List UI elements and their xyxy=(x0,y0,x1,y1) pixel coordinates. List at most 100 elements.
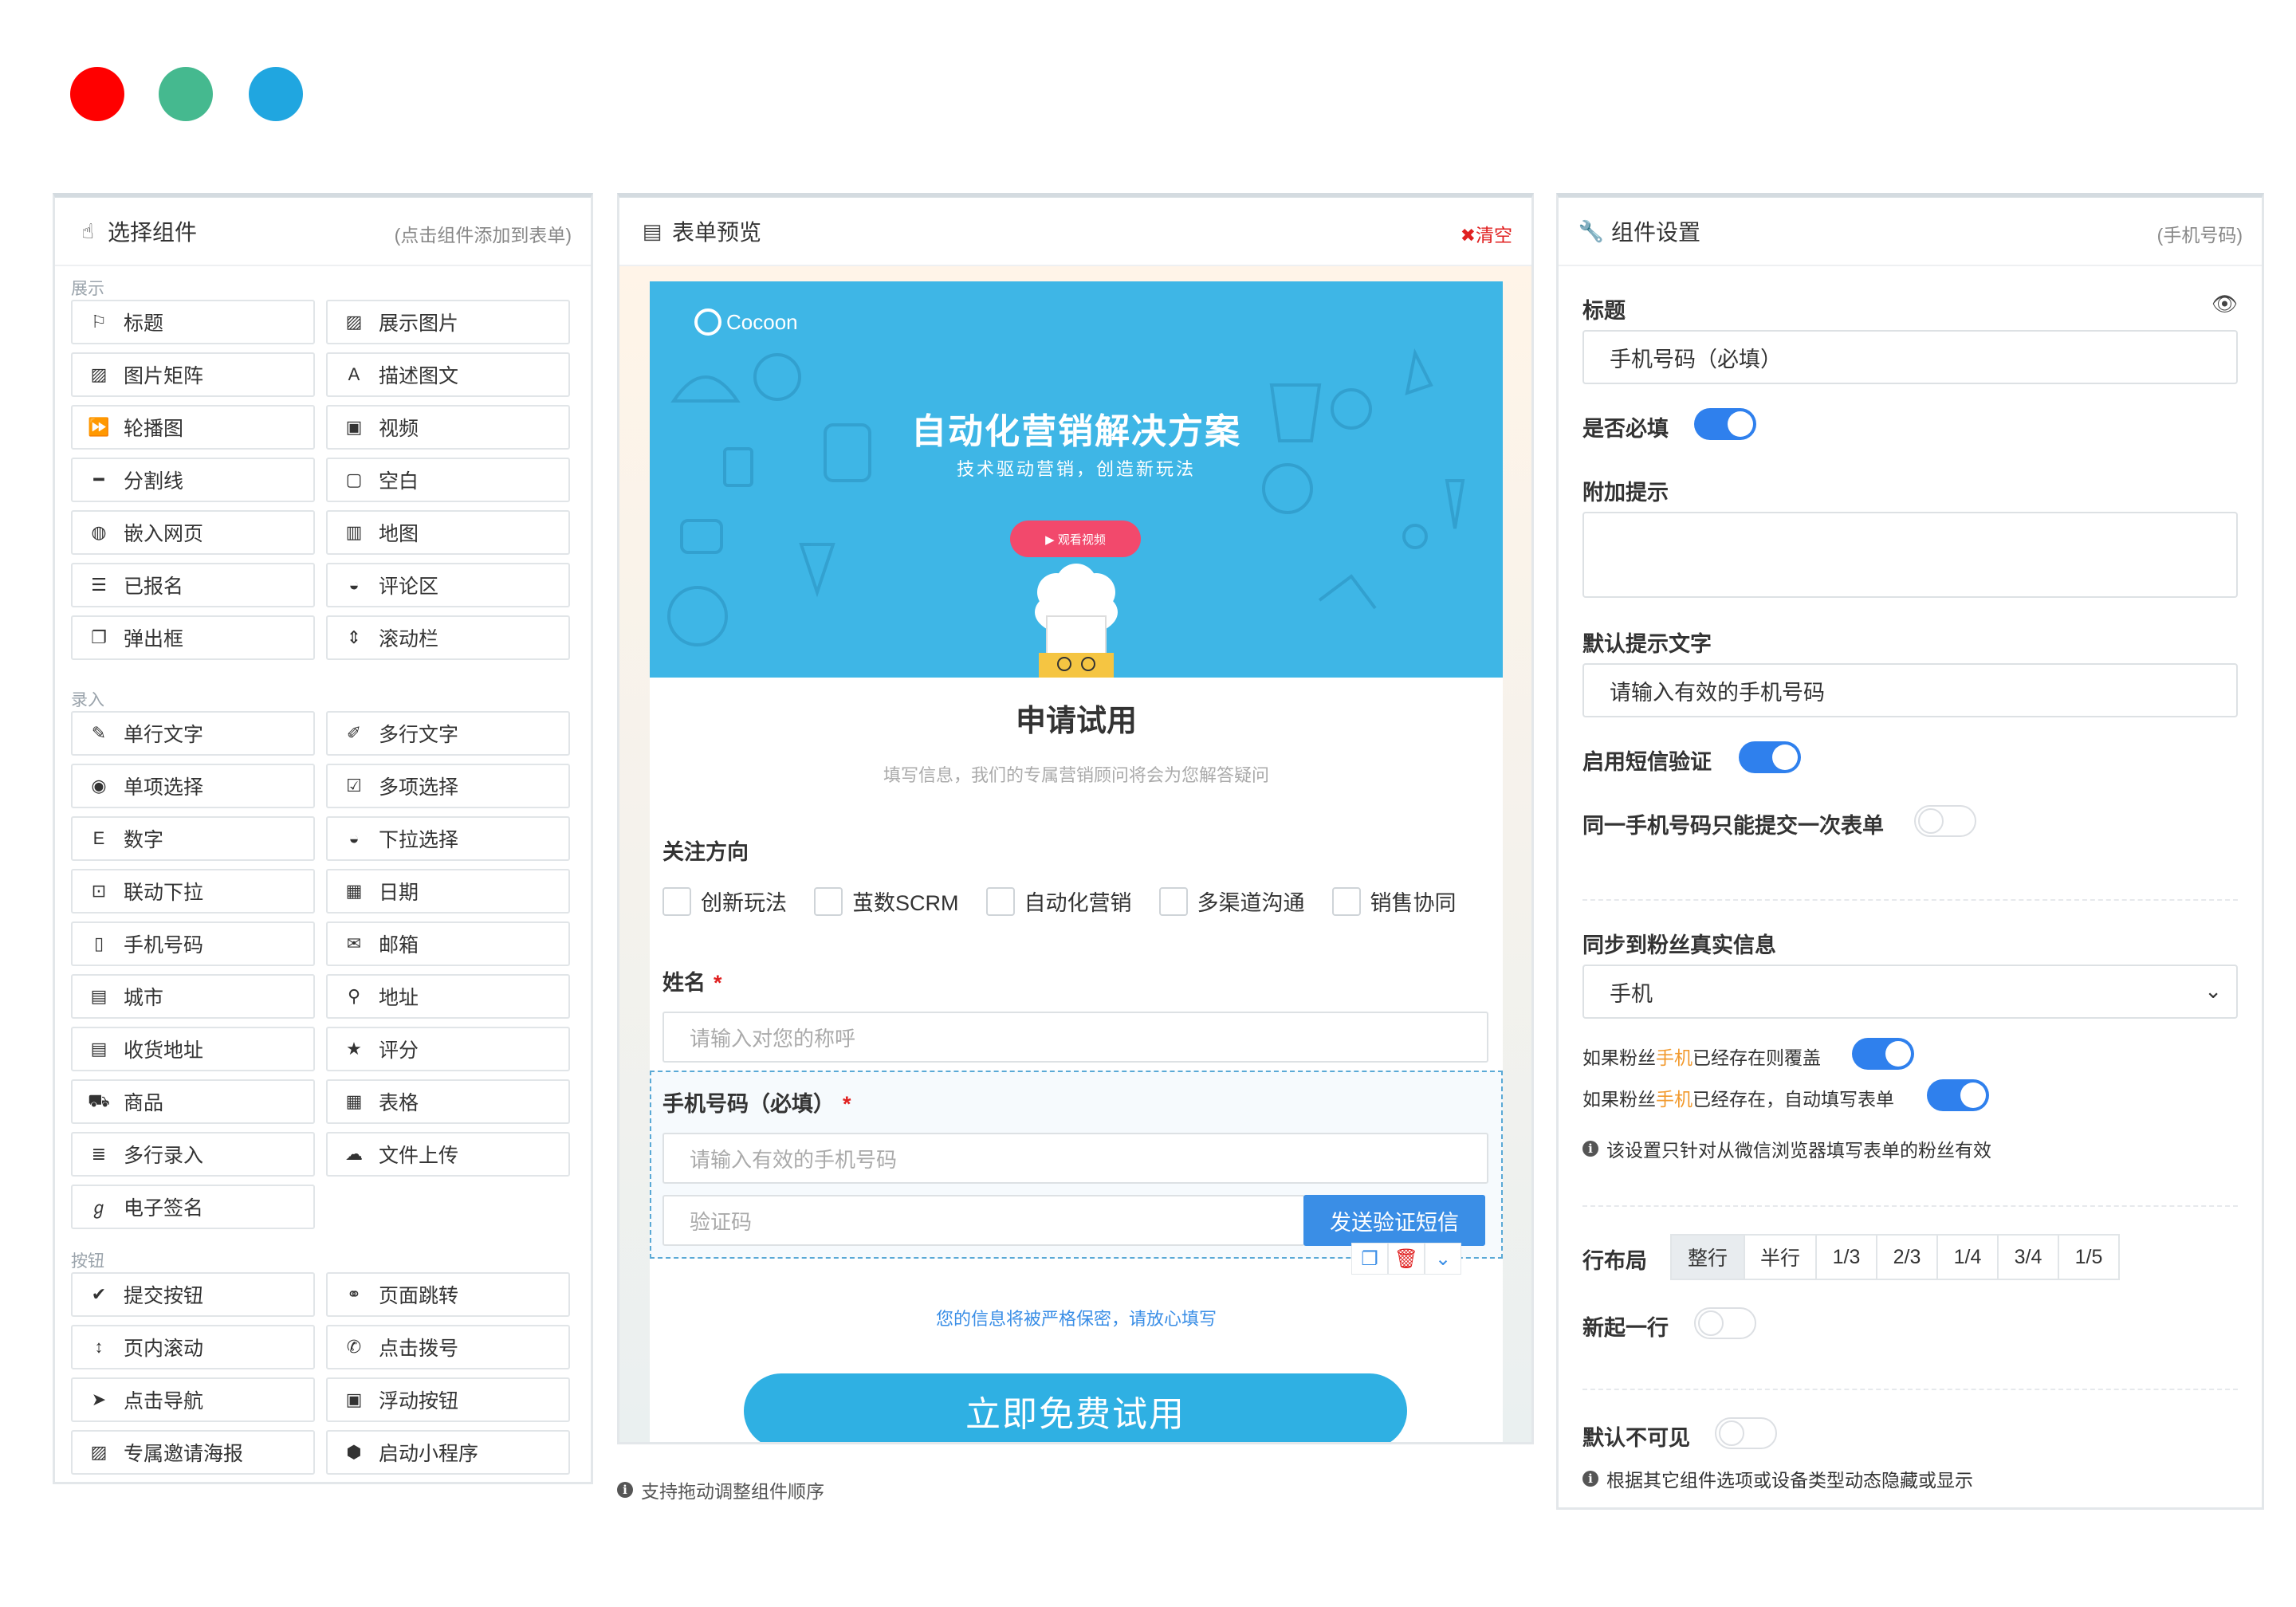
focus-option[interactable]: 销售协同 xyxy=(1331,886,1457,917)
component-item[interactable]: A 描述图文 xyxy=(326,352,570,397)
component-item[interactable]: ✐ 多行文字 xyxy=(326,711,570,756)
component-item[interactable]: ✔ 提交按钮 xyxy=(71,1272,315,1317)
check-circle-icon: ✔ xyxy=(91,1284,107,1304)
sync-select[interactable]: 手机 ⌄ xyxy=(1582,965,2238,1019)
component-item[interactable]: ☑ 多项选择 xyxy=(326,764,570,808)
copy-icon[interactable]: ❐ xyxy=(1351,1243,1388,1275)
send-sms-button[interactable]: 发送验证短信 xyxy=(1303,1195,1485,1246)
preview-panel-title: 表单预览 xyxy=(672,220,762,245)
hidden-toggle[interactable] xyxy=(1715,1417,1777,1449)
component-item[interactable]: ⚐ 标题 xyxy=(71,300,315,344)
checkbox[interactable] xyxy=(985,886,1015,916)
component-item[interactable]: ≣ 多行录入 xyxy=(71,1132,315,1177)
minimize-dot[interactable] xyxy=(159,67,213,121)
component-item[interactable]: ▨ 专属邀请海报 xyxy=(71,1430,315,1475)
trash-icon[interactable]: 🗑 xyxy=(1388,1243,1425,1275)
component-item[interactable]: ━ 分割线 xyxy=(71,458,315,502)
clear-button[interactable]: ✖清空 xyxy=(1461,220,1512,247)
focus-option[interactable]: 茧数SCRM xyxy=(814,886,959,917)
component-item[interactable]: ⚭ 页面跳转 xyxy=(326,1272,570,1317)
default-text-input[interactable]: 请输入有效的手机号码 xyxy=(1582,663,2238,717)
component-item[interactable]: ★ 评分 xyxy=(326,1027,570,1071)
component-item[interactable]: ▢ 空白 xyxy=(326,458,570,502)
component-item[interactable]: ⇕ 滚动栏 xyxy=(326,615,570,660)
chevron-down-icon[interactable]: ⌄ xyxy=(1425,1243,1461,1275)
extra-hint-textarea[interactable] xyxy=(1582,512,2238,598)
component-label: 嵌入网页 xyxy=(124,523,204,545)
newline-toggle[interactable] xyxy=(1694,1307,1756,1339)
focus-option[interactable]: 自动化营销 xyxy=(985,886,1132,917)
component-item[interactable]: ✉ 邮箱 xyxy=(326,921,570,966)
component-label: 电子签名 xyxy=(124,1197,204,1220)
component-item[interactable]: ↕ 页内滚动 xyxy=(71,1325,315,1369)
maximize-dot[interactable] xyxy=(249,67,303,121)
component-item[interactable]: ℊ 电子签名 xyxy=(71,1185,315,1229)
component-label: 视频 xyxy=(379,418,419,440)
layout-option[interactable]: 1/3 xyxy=(1815,1234,1877,1280)
focus-option[interactable]: 多渠道沟通 xyxy=(1158,886,1305,917)
component-item[interactable]: ▨ 展示图片 xyxy=(326,300,570,344)
component-item[interactable]: ▣ 浮动按钮 xyxy=(326,1377,570,1422)
component-item[interactable]: E 数字 xyxy=(71,816,315,861)
component-label: 点击拨号 xyxy=(379,1338,459,1360)
layout-option[interactable]: 3/4 xyxy=(1997,1234,2059,1280)
autofill-toggle[interactable] xyxy=(1927,1079,1989,1111)
banner-image[interactable]: Cocoon 自动化营销解决方案 技术驱动营销，创造新玩法 ▶ 观看视频 xyxy=(650,281,1503,678)
title-setting-input[interactable]: 手机号码（必填） xyxy=(1582,330,2238,384)
checkbox[interactable] xyxy=(1331,886,1361,916)
overwrite-highlight: 手机 xyxy=(1656,1047,1693,1068)
checkbox[interactable] xyxy=(662,886,691,916)
layout-option[interactable]: 半行 xyxy=(1744,1234,1817,1280)
component-item[interactable]: ☁ 文件上传 xyxy=(326,1132,570,1177)
component-item[interactable]: ▣ 视频 xyxy=(326,405,570,450)
name-input[interactable]: 请输入对您的称呼 xyxy=(662,1012,1488,1063)
component-item[interactable]: ◍ 嵌入网页 xyxy=(71,510,315,555)
submit-once-toggle[interactable] xyxy=(1914,805,1976,837)
component-item[interactable]: ☰ 已报名 xyxy=(71,563,315,607)
component-item[interactable]: ❐ 弹出框 xyxy=(71,615,315,660)
component-item[interactable]: ⚲ 地址 xyxy=(326,974,570,1019)
layout-option[interactable]: 整行 xyxy=(1670,1234,1745,1280)
checkbox[interactable] xyxy=(1158,886,1188,916)
component-item[interactable]: ✎ 单行文字 xyxy=(71,711,315,756)
component-item[interactable]: ◉ 单项选择 xyxy=(71,764,315,808)
component-item[interactable]: ▥ 地图 xyxy=(326,510,570,555)
component-item[interactable]: ▦ 表格 xyxy=(326,1079,570,1124)
component-item[interactable]: ⏩ 轮播图 xyxy=(71,405,315,450)
code-input[interactable]: 验证码 xyxy=(662,1195,1305,1246)
component-item[interactable]: ▯ 手机号码 xyxy=(71,921,315,966)
checkbox[interactable] xyxy=(814,886,843,916)
pencil-icon: ✎ xyxy=(91,723,107,743)
component-item[interactable]: ⊡ 联动下拉 xyxy=(71,869,315,914)
autofill-pre: 如果粉丝 xyxy=(1582,1089,1656,1110)
component-item[interactable]: ▨ 图片矩阵 xyxy=(71,352,315,397)
layout-option[interactable]: 2/3 xyxy=(1876,1234,1938,1280)
component-item[interactable]: ✆ 点击拨号 xyxy=(326,1325,570,1369)
watch-video-button[interactable]: ▶ 观看视频 xyxy=(1010,521,1141,557)
component-item[interactable]: ⛟ 商品 xyxy=(71,1079,315,1124)
sms-verify-toggle[interactable] xyxy=(1739,741,1801,773)
component-item[interactable]: ▤ 城市 xyxy=(71,974,315,1019)
overwrite-toggle[interactable] xyxy=(1852,1038,1914,1070)
layout-option[interactable]: 1/4 xyxy=(1936,1234,1999,1280)
component-item[interactable]: ◒ 下拉选择 xyxy=(326,816,570,861)
component-item[interactable]: ⬢ 启动小程序 xyxy=(326,1430,570,1475)
eye-icon[interactable]: 👁 xyxy=(2211,292,2238,316)
component-label: 点击导航 xyxy=(124,1390,204,1413)
component-label: 页内滚动 xyxy=(124,1338,204,1360)
component-item[interactable]: ▤ 收货地址 xyxy=(71,1027,315,1071)
component-label: 邮箱 xyxy=(379,934,419,957)
phone-icon: ✆ xyxy=(346,1337,362,1357)
free-trial-button[interactable]: 立即免费试用 xyxy=(744,1373,1407,1442)
layout-option[interactable]: 1/5 xyxy=(2058,1234,2120,1280)
required-toggle[interactable] xyxy=(1694,408,1756,440)
focus-option[interactable]: 创新玩法 xyxy=(662,886,787,917)
component-item[interactable]: ▦ 日期 xyxy=(326,869,570,914)
check-square-icon: ☑ xyxy=(346,776,362,796)
phone-input[interactable]: 请输入有效的手机号码 xyxy=(662,1133,1488,1184)
component-item[interactable]: ◒ 评论区 xyxy=(326,563,570,607)
component-item[interactable]: ➤ 点击导航 xyxy=(71,1377,315,1422)
component-label: 滚动栏 xyxy=(379,628,439,650)
component-label: 多行文字 xyxy=(379,724,459,746)
close-dot[interactable] xyxy=(70,67,124,121)
